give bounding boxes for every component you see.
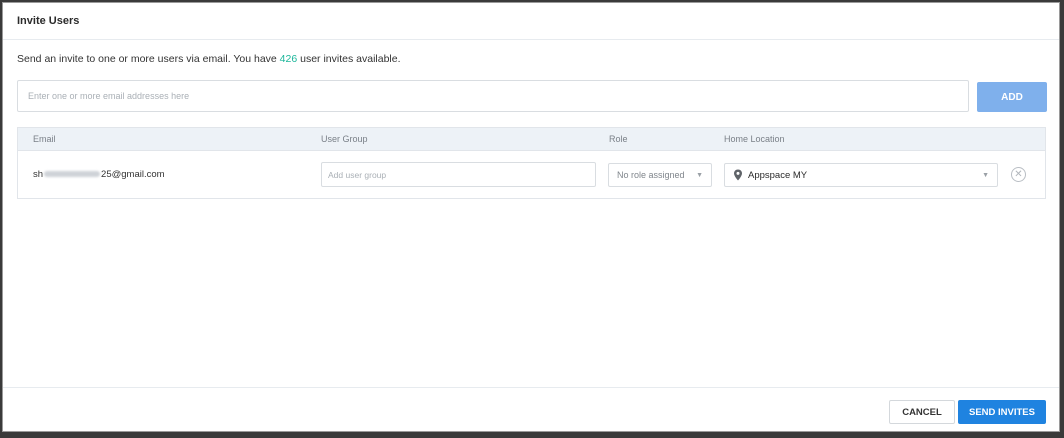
email-suffix: 25@gmail.com [101, 169, 165, 180]
invite-users-table: Email User Group Role Home Location sh 25… [17, 127, 1046, 199]
caret-down-icon: ▼ [982, 171, 989, 179]
intro-prefix: Send an invite to one or more users via … [17, 53, 280, 65]
redacted-email-blur [44, 171, 101, 178]
intro-suffix: user invites available. [297, 53, 401, 65]
dialog-header: Invite Users [3, 3, 1059, 40]
cancel-button[interactable]: CANCEL [889, 400, 955, 424]
email-addresses-input[interactable] [17, 80, 969, 112]
invite-intro-text: Send an invite to one or more users via … [17, 53, 401, 65]
column-header-role: Role [609, 134, 628, 144]
home-location-value: Appspace MY [748, 169, 808, 181]
add-button[interactable]: ADD [977, 82, 1047, 112]
email-prefix: sh [33, 169, 44, 180]
email-cell: sh 25@gmail.com [33, 151, 165, 199]
send-invites-button[interactable]: SEND INVITES [958, 400, 1046, 424]
remove-row-icon[interactable]: ✕ [1011, 167, 1026, 182]
column-header-home-location: Home Location [724, 134, 785, 144]
table-row: sh 25@gmail.com No role assigned ▼ Appspa… [18, 151, 1045, 199]
dialog-footer: CANCEL SEND INVITES [3, 387, 1059, 433]
invite-users-dialog: Invite Users Send an invite to one or mo… [2, 2, 1060, 432]
table-header: Email User Group Role Home Location [18, 128, 1045, 151]
role-select[interactable]: No role assigned ▼ [608, 163, 712, 187]
dialog-title: Invite Users [17, 15, 80, 27]
user-group-input[interactable] [321, 162, 596, 187]
location-pin-icon [734, 169, 742, 181]
role-value: No role assigned [617, 170, 685, 180]
home-location-select[interactable]: Appspace MY ▼ [724, 163, 998, 187]
caret-down-icon: ▼ [696, 171, 703, 179]
column-header-user-group: User Group [321, 134, 368, 144]
column-header-email: Email [33, 134, 56, 144]
invites-available-count: 426 [279, 53, 298, 65]
